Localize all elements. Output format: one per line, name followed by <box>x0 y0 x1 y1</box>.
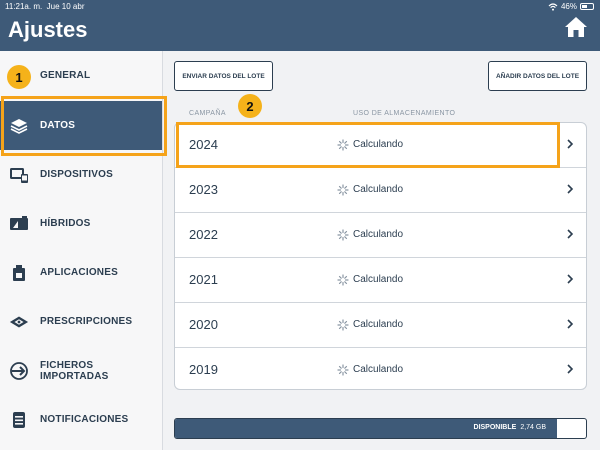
campaign-year: 2020 <box>189 317 218 332</box>
table-row[interactable]: 2023 Calculando <box>175 168 586 213</box>
column-header-usage: USO DE ALMACENAMIENTO <box>353 110 456 117</box>
callout-badge-2: 2 <box>238 94 262 118</box>
callout-highlight-2024 <box>176 122 560 168</box>
sidebar-item-notificaciones[interactable]: NOTIFICACIONES <box>0 395 162 444</box>
storage-usage: Calculando <box>353 184 404 195</box>
status-date: Jue 10 abr <box>46 2 85 11</box>
sidebar-item-label: DISPOSITIVOS <box>40 169 113 180</box>
wifi-icon <box>548 2 558 11</box>
status-right: 46% <box>548 2 594 11</box>
callout-highlight-datos <box>1 96 167 156</box>
spinner-icon <box>337 274 349 286</box>
storage-usage: Calculando <box>353 229 404 240</box>
chevron-right-icon <box>567 319 574 329</box>
spinner-icon <box>337 229 349 241</box>
chevron-right-icon <box>567 229 574 239</box>
sidebar-item-label: HÍBRIDOS <box>40 218 91 229</box>
sidebar-item-label: APLICACIONES <box>40 267 118 278</box>
hybrids-icon <box>9 215 29 233</box>
sidebar-item-prescripciones[interactable]: PRESCRIPCIONES <box>0 297 162 346</box>
app-header: 11:21a. m. Jue 10 abr 46% Ajustes <box>0 0 600 51</box>
campaign-year: 2022 <box>189 227 218 242</box>
status-time-date: 11:21a. m. Jue 10 abr <box>5 2 84 11</box>
sidebar-item-label: FICHEROS IMPORTADAS <box>40 359 109 382</box>
storage-available: DISPONIBLE 2,74 GB <box>474 424 546 431</box>
table-row[interactable]: 2020 Calculando <box>175 303 586 348</box>
add-batch-data-button[interactable]: AÑADIR DATOS DEL LOTE <box>488 61 587 91</box>
status-time: 11:21a. m. <box>5 2 43 11</box>
chevron-right-icon <box>567 139 574 149</box>
home-icon[interactable] <box>564 16 588 38</box>
page-title: Ajustes <box>8 17 88 42</box>
table-row[interactable]: 2021 Calculando <box>175 258 586 303</box>
campaign-year: 2023 <box>189 182 218 197</box>
applications-icon <box>9 264 29 282</box>
devices-icon <box>9 166 29 184</box>
sidebar-item-aplicaciones[interactable]: APLICACIONES <box>0 248 162 297</box>
campaign-year: 2019 <box>189 362 218 377</box>
prescriptions-icon <box>9 313 29 331</box>
battery-percent: 46% <box>560 2 577 11</box>
chevron-right-icon <box>567 184 574 194</box>
storage-usage: Calculando <box>353 319 404 330</box>
callout-badge-1: 1 <box>7 65 31 89</box>
chevron-right-icon <box>567 274 574 284</box>
storage-bar: DISPONIBLE 2,74 GB <box>174 418 587 439</box>
chevron-right-icon <box>567 364 574 374</box>
sidebar-item-dispositivos[interactable]: DISPOSITIVOS <box>0 150 162 199</box>
sidebar-item-ficheros-importadas[interactable]: FICHEROS IMPORTADAS <box>0 346 162 395</box>
spinner-icon <box>337 319 349 331</box>
storage-available-label: DISPONIBLE <box>473 424 517 431</box>
table-row[interactable]: 2019 Calculando <box>175 348 586 389</box>
campaign-year: 2021 <box>189 272 218 287</box>
spinner-icon <box>337 184 349 196</box>
column-header-campaign: CAMPAÑA <box>189 110 226 117</box>
sidebar-item-label: PRESCRIPCIONES <box>40 316 133 327</box>
storage-usage: Calculando <box>353 364 404 375</box>
battery-icon <box>580 3 594 10</box>
storage-available-value: 2,74 GB <box>520 424 546 431</box>
sidebar-item-label: GENERAL <box>40 70 91 81</box>
send-batch-data-button[interactable]: ENVIAR DATOS DEL LOTE <box>174 61 273 91</box>
sidebar-item-label: NOTIFICACIONES <box>40 414 129 425</box>
import-icon <box>9 361 29 380</box>
spinner-icon <box>337 364 349 376</box>
table-row[interactable]: 2022 Calculando <box>175 213 586 258</box>
storage-usage: Calculando <box>353 274 404 285</box>
notifications-icon <box>9 411 29 429</box>
sidebar-item-hibridos[interactable]: HÍBRIDOS <box>0 199 162 248</box>
